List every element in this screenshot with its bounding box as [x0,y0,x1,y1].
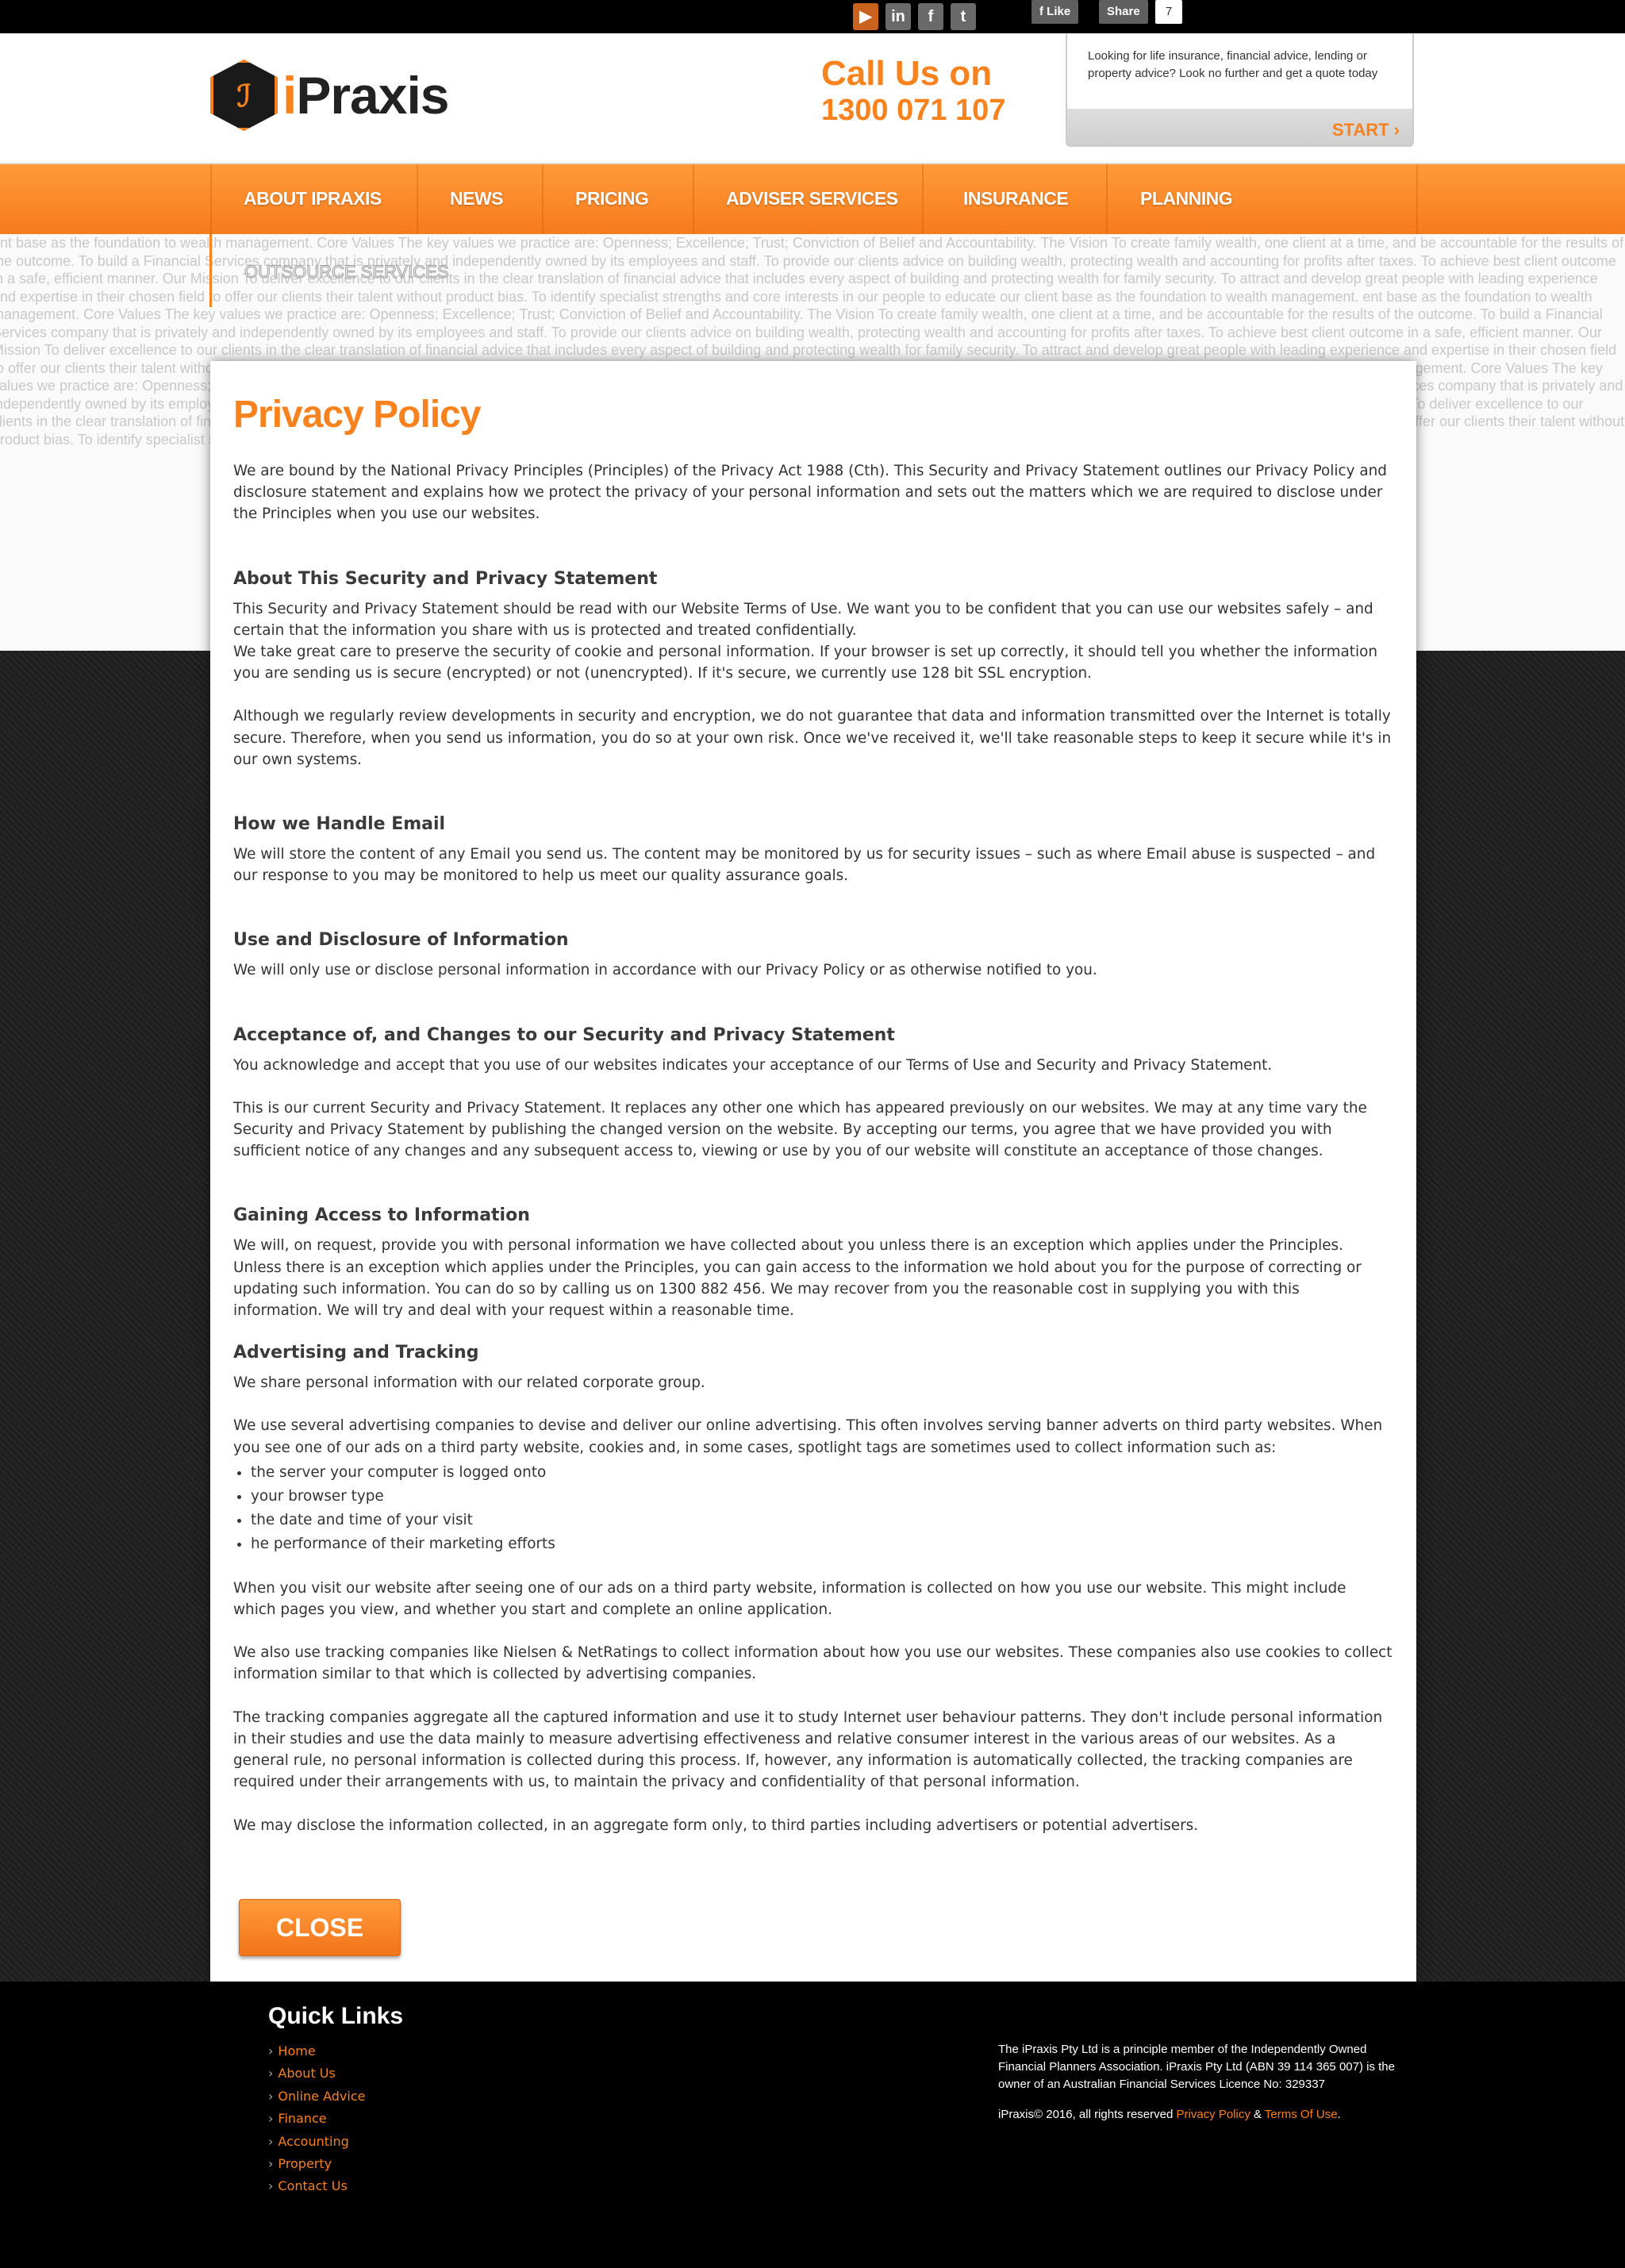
quote-box: Looking for life insurance, financial ad… [1066,33,1414,147]
paragraph: We use several advertising companies to … [233,1417,1383,1456]
logo-text: iPraxis [282,65,450,125]
paragraph: We will store the content of any Email y… [233,846,1376,885]
top-bar: ▶ in f t f Like Share 7 [0,0,1625,33]
chevron-right-icon: › [268,2066,274,2082]
list-item: your browser type [251,1485,1393,1509]
footer-link-contact-us[interactable]: Contact Us [278,2178,347,2193]
paragraph: Although we regularly review development… [233,708,1392,768]
section-heading: About This Security and Privacy Statemen… [233,568,658,589]
nav-about-ipraxis[interactable]: ABOUT IPRAXIS [244,188,382,210]
legal-info: The iPraxis Pty Ltd is a principle membe… [998,2041,1411,2124]
section-heading: Advertising and Tracking [233,1343,479,1363]
nav-insurance[interactable]: INSURANCE [922,188,1069,210]
like-label: Like [1047,5,1071,18]
section-heading: Acceptance of, and Changes to our Securi… [233,1024,895,1045]
section-heading: How we Handle Email [233,814,446,835]
footer-link-property[interactable]: Property [278,2156,332,2171]
twitter-icon[interactable]: t [951,3,976,30]
submenu-indicator [209,234,212,307]
copyright: iPraxis© 2016, all rights reserved Priva… [998,2106,1411,2124]
nav-planning[interactable]: PLANNING [1140,188,1233,210]
footer-link-finance[interactable]: Finance [278,2111,326,2126]
logo-rest: Praxis [296,66,449,125]
section-heading: Use and Disclosure of Information [233,930,569,951]
nav-divider [542,164,544,236]
logo-i: i [282,66,297,125]
privacy-policy-link[interactable]: Privacy Policy [1176,2108,1250,2121]
section-heading: Gaining Access to Information [233,1205,530,1226]
chevron-right-icon: › [268,2088,274,2104]
nav-pricing[interactable]: PRICING [575,188,649,210]
privacy-policy-modal: Privacy Policy We are bound by the Natio… [210,361,1416,1982]
legal-text: The iPraxis Pty Ltd is a principle membe… [998,2043,1395,2091]
paragraph: The tracking companies aggregate all the… [233,1709,1383,1791]
main-nav: ABOUT IPRAXIS NEWS PRICING ADVISER SERVI… [0,163,1625,236]
start-button[interactable]: START › [1332,120,1400,140]
list-item: he performance of their marketing effort… [251,1532,1393,1556]
nav-divider [1416,164,1418,236]
linkedin-icon[interactable]: in [885,3,911,30]
share-count: 7 [1155,0,1182,24]
share-button[interactable]: Share [1099,0,1148,24]
call-us: Call Us on 1300 071 107 [821,56,1005,129]
quick-links: › Home › About Us › Online Advice › Finance … [268,2043,365,2201]
nav-adviser-services[interactable]: ADVISER SERVICES [726,188,898,210]
facebook-icon: f [1039,5,1047,18]
paragraph: We may disclose the information collecte… [233,1816,1199,1834]
quick-links-title: Quick Links [268,2003,404,2029]
paragraph: We will only use or disclose personal in… [233,962,1097,979]
quote-text: Looking for life insurance, financial ad… [1088,49,1378,80]
copyright-text: iPraxis© 2016, all rights reserved [998,2108,1177,2121]
paragraph: This is our current Security and Privacy… [233,1099,1367,1160]
footer-link-online-advice[interactable]: Online Advice [278,2089,365,2104]
youtube-icon[interactable]: ▶ [853,3,878,30]
call-label: Call Us on [821,54,993,93]
list-item: the date and time of your visit [251,1509,1393,1532]
chevron-right-icon: › [268,2133,274,2149]
facebook-icon[interactable]: f [918,3,943,30]
nav-divider [1106,164,1108,236]
paragraph: When you visit our website after seeing … [233,1579,1346,1619]
chevron-right-icon: › [268,2178,274,2194]
logo-mark-icon: ℐ [210,60,278,131]
paragraph: You acknowledge and accept that you use … [233,1056,1273,1074]
footer-link-about-us[interactable]: About Us [278,2066,335,2081]
paragraph: This Security and Privacy Statement shou… [233,600,1373,639]
info-list: the server your computer is logged onto … [251,1461,1393,1556]
ampersand: & [1250,2108,1265,2121]
nav-divider [210,164,212,236]
chevron-right-icon: › [268,2111,274,2127]
paragraph: We take great care to preserve the secur… [233,644,1378,682]
paragraph: We will, on request, provide you with pe… [233,1237,1362,1320]
footer-link-home[interactable]: Home [278,2043,315,2058]
header: ℐ iPraxis Call Us on 1300 071 107 Lookin… [0,33,1625,163]
nav-divider [693,164,694,236]
facebook-like-button[interactable]: f Like [1031,0,1079,24]
intro-paragraph: We are bound by the National Privacy Pri… [233,463,1387,523]
footer: Quick Links › Home › About Us › Online Advi… [0,1982,1625,2268]
paragraph: We share personal information with our r… [233,1374,705,1392]
paragraph: We also use tracking companies like Niel… [233,1644,1393,1683]
close-button[interactable]: CLOSE [239,1899,401,1956]
nav-outsource-services[interactable]: OUTSOURCE SERVICES [244,262,450,283]
nav-news[interactable]: NEWS [450,188,504,210]
period: . [1337,2108,1341,2121]
phone-number: 1300 071 107 [821,94,1006,127]
chevron-right-icon: › [268,2155,274,2171]
list-item: the server your computer is logged onto [251,1461,1393,1485]
chevron-right-icon: › [268,2043,274,2058]
modal-title: Privacy Policy [233,394,482,436]
terms-of-use-link[interactable]: Terms Of Use [1265,2108,1338,2121]
logo[interactable]: ℐ iPraxis [210,60,450,131]
nav-divider [417,164,418,236]
footer-link-accounting[interactable]: Accounting [278,2134,348,2149]
